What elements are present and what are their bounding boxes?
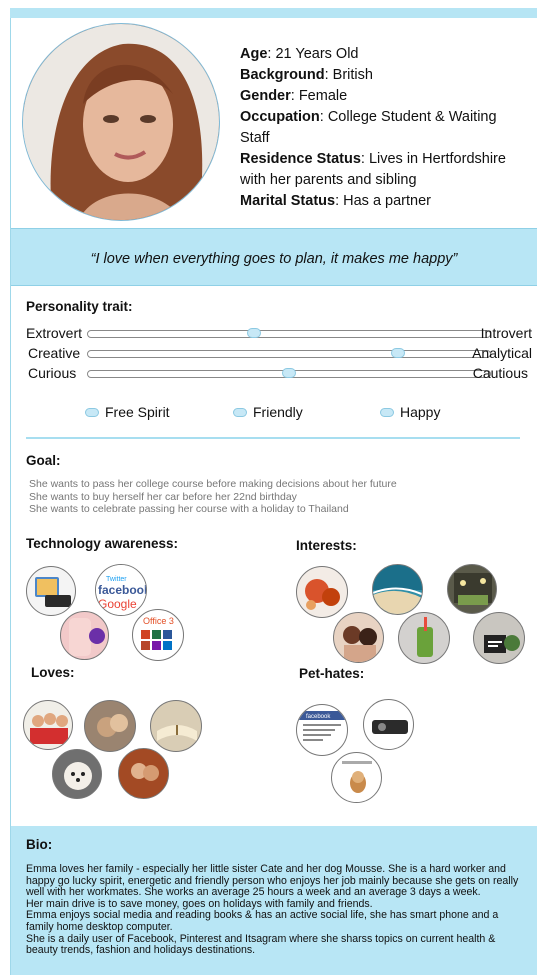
chip-label: Friendly (253, 404, 303, 420)
gender-label: Gender (240, 88, 291, 104)
personality-title: Personality trait: (26, 299, 133, 314)
goal-item: She wants to pass her college course bef… (29, 478, 397, 490)
marital-value: : Has a partner (335, 193, 432, 209)
bio-section: Bio: Emma loves her family - especially … (11, 826, 537, 975)
trait-left-label: Creative (28, 345, 81, 361)
dog-card-icon (331, 752, 382, 803)
chip-label: Free Spirit (105, 404, 170, 420)
projector-icon (363, 699, 414, 750)
residence-line: Residence Status: Lives in Hertfordshire… (240, 149, 530, 191)
marital-line: Marital Status: Has a partner (240, 191, 530, 212)
goal-title: Goal: (26, 453, 61, 468)
trait-left-label: Extrovert (26, 325, 83, 341)
age-line: Age: 21 Years Old (240, 44, 530, 65)
tablet-keyboard-icon (26, 566, 76, 616)
chip-dot-icon (85, 407, 99, 417)
goal-list: She wants to pass her college course bef… (29, 478, 397, 516)
bio-paragraph: Emma enjoys social media and reading boo… (26, 909, 499, 933)
facebook-label: facebook (98, 583, 147, 597)
trait-right-label: Cautious (472, 365, 528, 381)
friends-photo-icon (84, 700, 136, 752)
trait-row-curious: Curious Cautious (26, 365, 532, 383)
beach-icon (372, 564, 423, 615)
pethates-title: Pet-hates: (299, 666, 365, 681)
chip-friendly: Friendly (233, 404, 303, 420)
trait-slider[interactable] (87, 348, 491, 358)
age-value: : 21 Years Old (267, 46, 359, 62)
background-line: Background: British (240, 65, 530, 86)
persona-quote: “I love when everything goes to plan, it… (90, 251, 458, 267)
trait-slider[interactable] (87, 328, 491, 338)
background-value: : British (324, 67, 373, 83)
food-icon (296, 566, 348, 618)
trait-row-extrovert: Extrovert Introvert (26, 325, 532, 343)
chip-free-spirit: Free Spirit (85, 404, 170, 420)
plants-icon (473, 612, 525, 664)
trait-right-label: Analytical (472, 345, 532, 361)
couple-icon (118, 748, 169, 799)
technology-title: Technology awareness: (26, 536, 179, 551)
facebook-post-label: facebook (306, 714, 331, 720)
chip-dot-icon (233, 407, 247, 417)
interests-title: Interests: (296, 538, 357, 553)
facebook-post-icon: facebook (296, 704, 348, 756)
gender-value: : Female (290, 88, 348, 104)
marital-label: Marital Status (240, 193, 336, 209)
top-accent-bar (10, 8, 537, 18)
section-divider (26, 437, 520, 439)
slider-knob[interactable] (247, 328, 262, 338)
twitter-label: Twitter (106, 576, 127, 583)
occupation-line: Occupation: College Student & Waiting St… (240, 107, 530, 149)
goal-item: She wants to celebrate passing her cours… (29, 503, 349, 515)
age-label: Age (240, 46, 268, 62)
chip-happy: Happy (380, 404, 440, 420)
loves-title: Loves: (31, 665, 75, 680)
gender-line: Gender: Female (240, 86, 530, 107)
trait-right-label: Introvert (480, 325, 532, 341)
office-apps-icon: Office 3 (132, 609, 184, 661)
bio-paragraph: She is a daily user of Facebook, Pintere… (26, 932, 496, 957)
cafe-icon (447, 564, 497, 614)
book-icon (150, 700, 202, 752)
family-icon (23, 700, 73, 750)
background-label: Background (240, 67, 325, 83)
friends-icon (333, 612, 384, 663)
office-label: Office 3 (143, 616, 174, 626)
slider-knob[interactable] (390, 348, 405, 358)
slider-knob[interactable] (282, 368, 296, 378)
residence-label: Residence Status (240, 151, 361, 167)
bio-text: Emma loves her family - especially her l… (26, 863, 526, 957)
trait-left-label: Curious (28, 365, 77, 381)
smoothie-icon (398, 612, 450, 664)
quote-band: “I love when everything goes to plan, it… (11, 228, 537, 286)
trait-row-creative: Creative Analytical (26, 345, 532, 363)
persona-photo (22, 23, 220, 221)
goal-item: She wants to buy herself her car before … (29, 490, 297, 503)
persona-info: Age: 21 Years Old Background: British Ge… (240, 44, 530, 212)
chip-label: Happy (400, 404, 441, 420)
occupation-label: Occupation (240, 109, 320, 125)
social-media-logos-icon: Twitter facebook Google (95, 564, 147, 616)
google-label: Google (98, 597, 137, 611)
bio-paragraph: Emma loves her family - especially her l… (26, 863, 519, 899)
chip-dot-icon (380, 407, 394, 417)
trait-slider[interactable] (87, 368, 491, 378)
dog-icon (52, 749, 102, 799)
smartphone-icon (60, 611, 109, 660)
persona-portrait-icon (23, 24, 219, 220)
bio-title: Bio: (26, 837, 53, 852)
